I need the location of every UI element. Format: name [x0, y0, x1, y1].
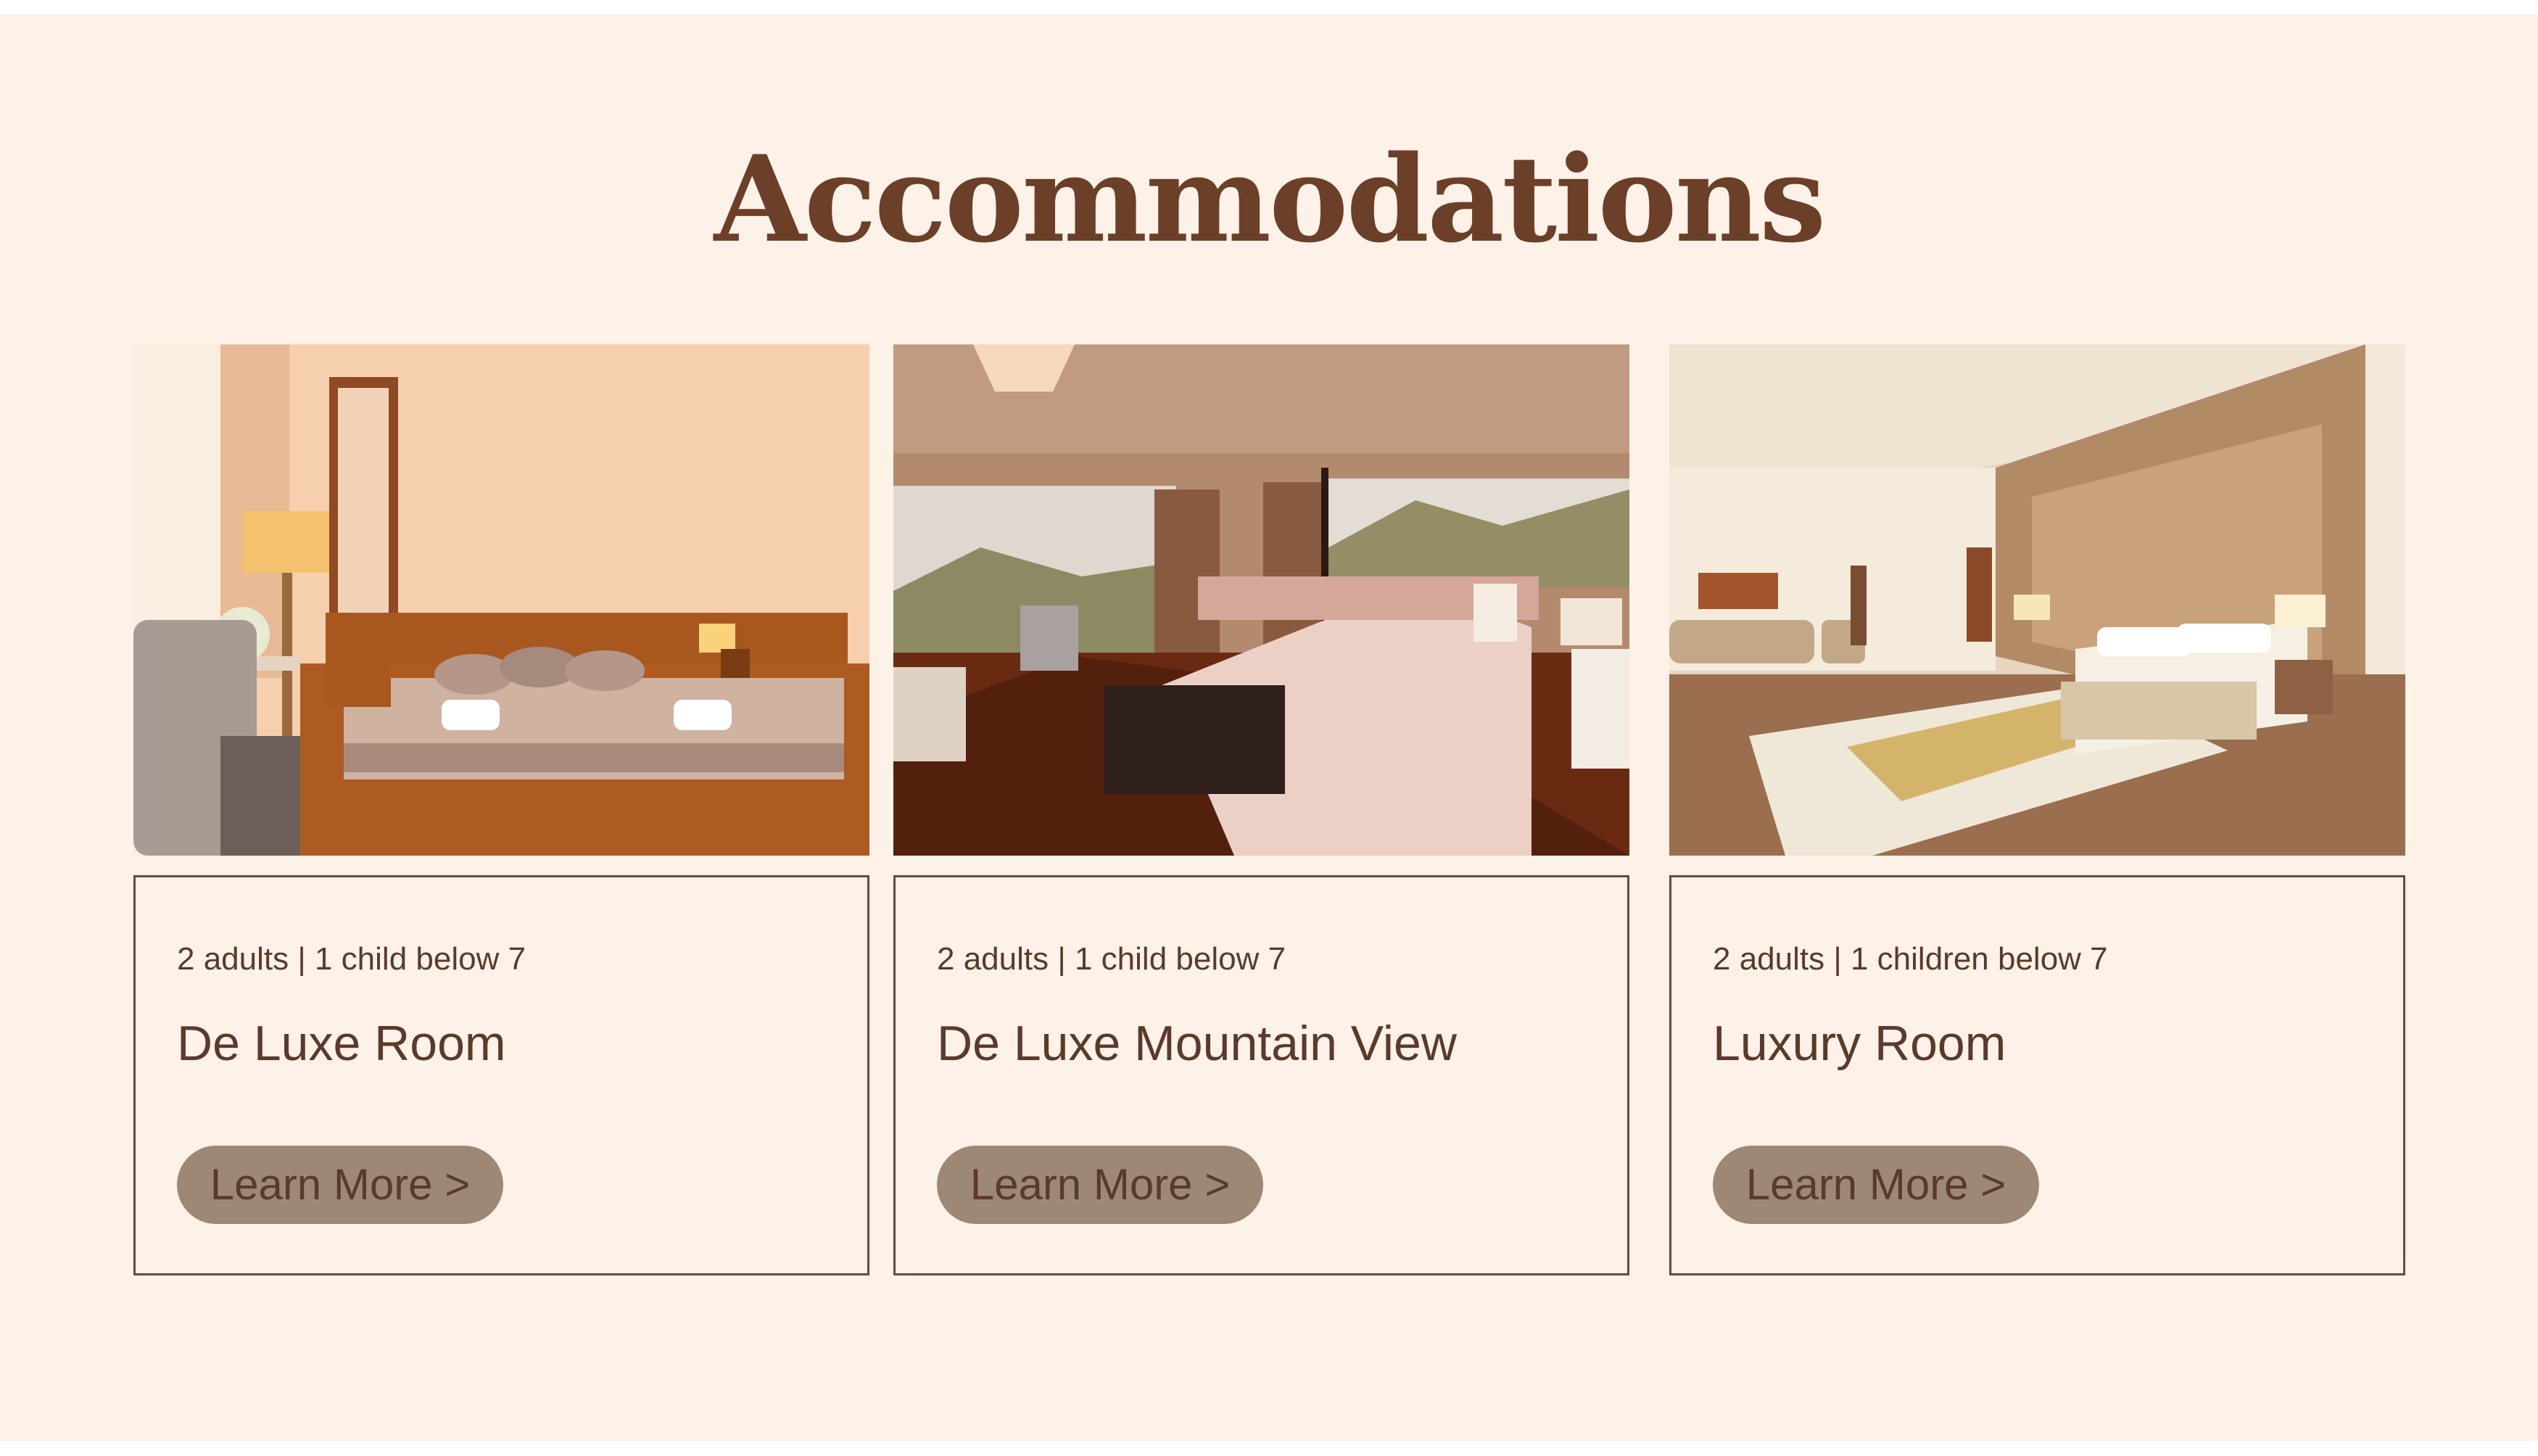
room-card-mountain-view: 2 adults | 1 child below 7 De Luxe Mount… [893, 875, 1629, 1275]
learn-more-button[interactable]: Learn More > [1713, 1146, 2039, 1224]
room-card-luxury: 2 adults | 1 children below 7 Luxury Roo… [1669, 875, 2405, 1275]
room-title: De Luxe Mountain View [937, 1016, 1457, 1071]
occupancy-text: 2 adults | 1 children below 7 [1713, 941, 2108, 977]
room-photo-mountain-view [893, 344, 1629, 856]
occupancy-text: 2 adults | 1 child below 7 [177, 941, 526, 977]
room-card-deluxe: 2 adults | 1 child below 7 De Luxe Room … [133, 875, 869, 1275]
learn-more-button[interactable]: Learn More > [177, 1146, 503, 1224]
accommodations-section: Accommodations 2 adults | 1 child below … [0, 15, 2538, 1441]
room-title: De Luxe Room [177, 1016, 506, 1071]
room-photo-deluxe [133, 344, 869, 856]
room-photo-luxury [1669, 344, 2405, 856]
page-title: Accommodations [714, 129, 1827, 269]
occupancy-text: 2 adults | 1 child below 7 [937, 941, 1286, 977]
learn-more-button[interactable]: Learn More > [937, 1146, 1263, 1224]
room-title: Luxury Room [1713, 1016, 2006, 1071]
